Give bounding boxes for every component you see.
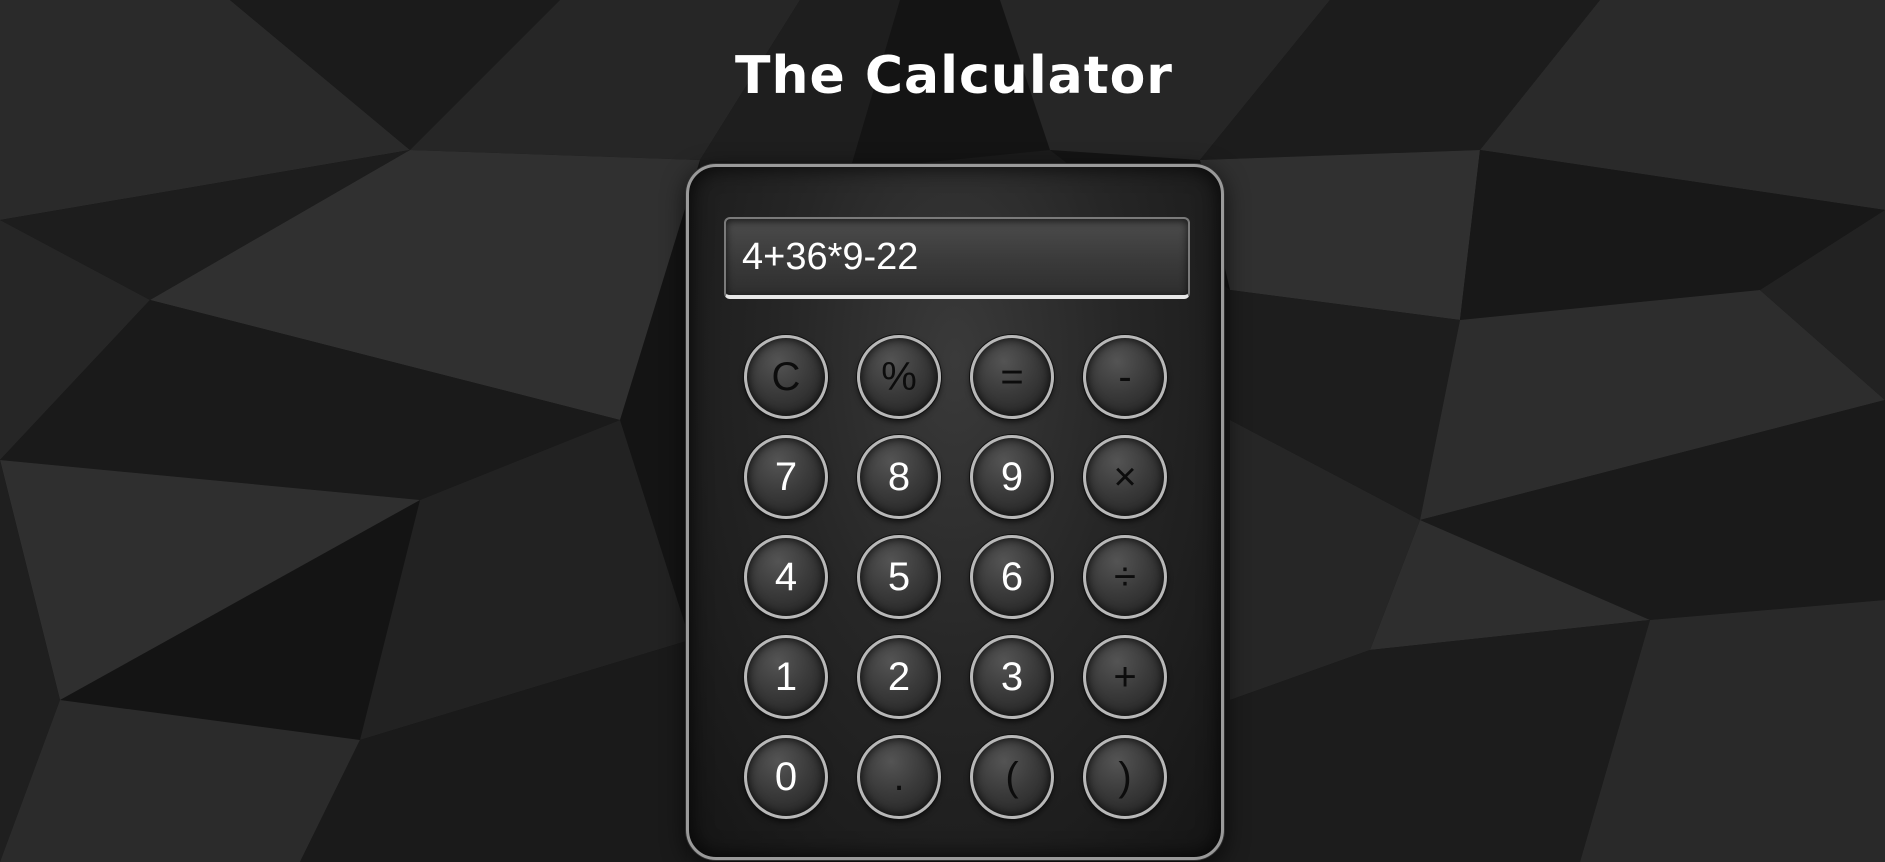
open-paren-label: ( (1005, 755, 1019, 799)
digit-9-button[interactable]: 9 (970, 435, 1054, 519)
divide-label: ÷ (1114, 555, 1136, 599)
percent-button[interactable]: % (857, 335, 941, 419)
digit-0-label: 0 (774, 755, 798, 799)
digit-8-label: 8 (887, 455, 911, 499)
equals-label: = (1000, 355, 1024, 399)
digit-1-button[interactable]: 1 (744, 635, 828, 719)
clear-button[interactable]: C (744, 335, 828, 419)
digit-4-button[interactable]: 4 (744, 535, 828, 619)
digit-4-label: 4 (774, 555, 798, 599)
digit-0-button[interactable]: 0 (744, 735, 828, 819)
close-paren-label: ) (1118, 755, 1132, 799)
clear-label: C (771, 355, 801, 399)
plus-button[interactable]: + (1083, 635, 1167, 719)
digit-3-button[interactable]: 3 (970, 635, 1054, 719)
minus-button[interactable]: - (1083, 335, 1167, 419)
digit-6-button[interactable]: 6 (970, 535, 1054, 619)
digit-7-label: 7 (774, 455, 798, 499)
decimal-label: . (893, 755, 905, 799)
display-input[interactable]: 4+36*9-22 (724, 217, 1190, 299)
digit-1-label: 1 (774, 655, 798, 699)
plus-label: + (1113, 655, 1137, 699)
multiply-button[interactable]: × (1083, 435, 1167, 519)
page-title: The Calculator (735, 46, 1173, 106)
multiply-label: × (1113, 455, 1137, 499)
digit-3-label: 3 (1000, 655, 1024, 699)
digit-2-button[interactable]: 2 (857, 635, 941, 719)
digit-2-label: 2 (887, 655, 911, 699)
decimal-button[interactable]: . (857, 735, 941, 819)
percent-label: % (881, 355, 917, 399)
equals-button[interactable]: = (970, 335, 1054, 419)
digit-7-button[interactable]: 7 (744, 435, 828, 519)
calculator-body: 4+36*9-22 C % = - 7 8 9 × 4 5 6 ÷ 1 2 3 … (686, 164, 1224, 860)
open-paren-button[interactable]: ( (970, 735, 1054, 819)
digit-5-button[interactable]: 5 (857, 535, 941, 619)
digit-8-button[interactable]: 8 (857, 435, 941, 519)
digit-5-label: 5 (887, 555, 911, 599)
close-paren-button[interactable]: ) (1083, 735, 1167, 819)
digit-6-label: 6 (1000, 555, 1024, 599)
digit-9-label: 9 (1000, 455, 1024, 499)
divide-button[interactable]: ÷ (1083, 535, 1167, 619)
minus-label: - (1118, 355, 1132, 399)
